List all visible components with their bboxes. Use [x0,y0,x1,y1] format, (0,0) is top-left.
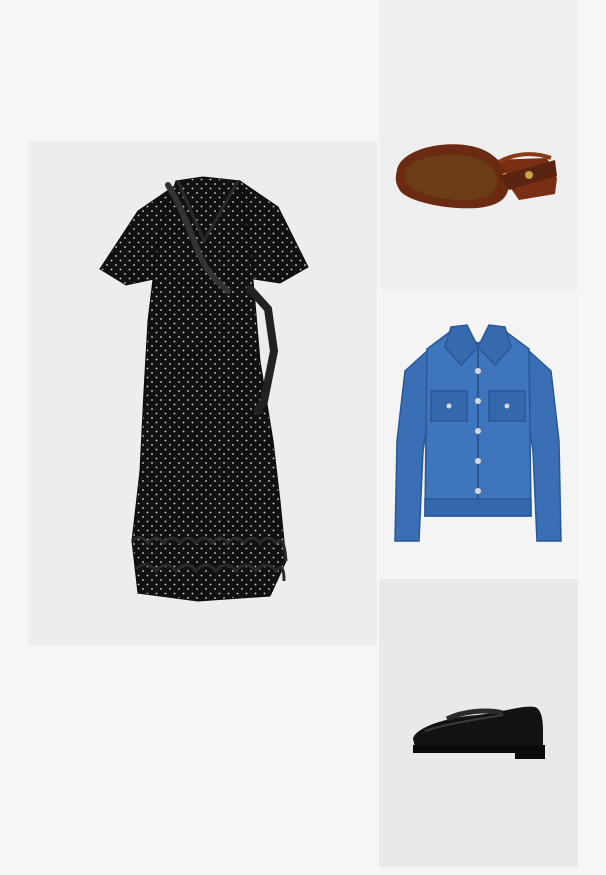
jacket-product-tile[interactable] [379,291,578,577]
black-loafer-image [379,579,578,867]
denim-jacket-icon [394,324,562,542]
dress-product-tile[interactable] [28,141,377,645]
sunglasses-tile-background [379,0,578,289]
polka-dot-wrap-dress-image [28,141,377,645]
loafer-product-tile[interactable] [379,579,578,867]
oval-sunglasses-image [379,0,578,289]
sunglasses-product-tile[interactable] [379,0,578,289]
denim-jacket-image [379,291,578,577]
